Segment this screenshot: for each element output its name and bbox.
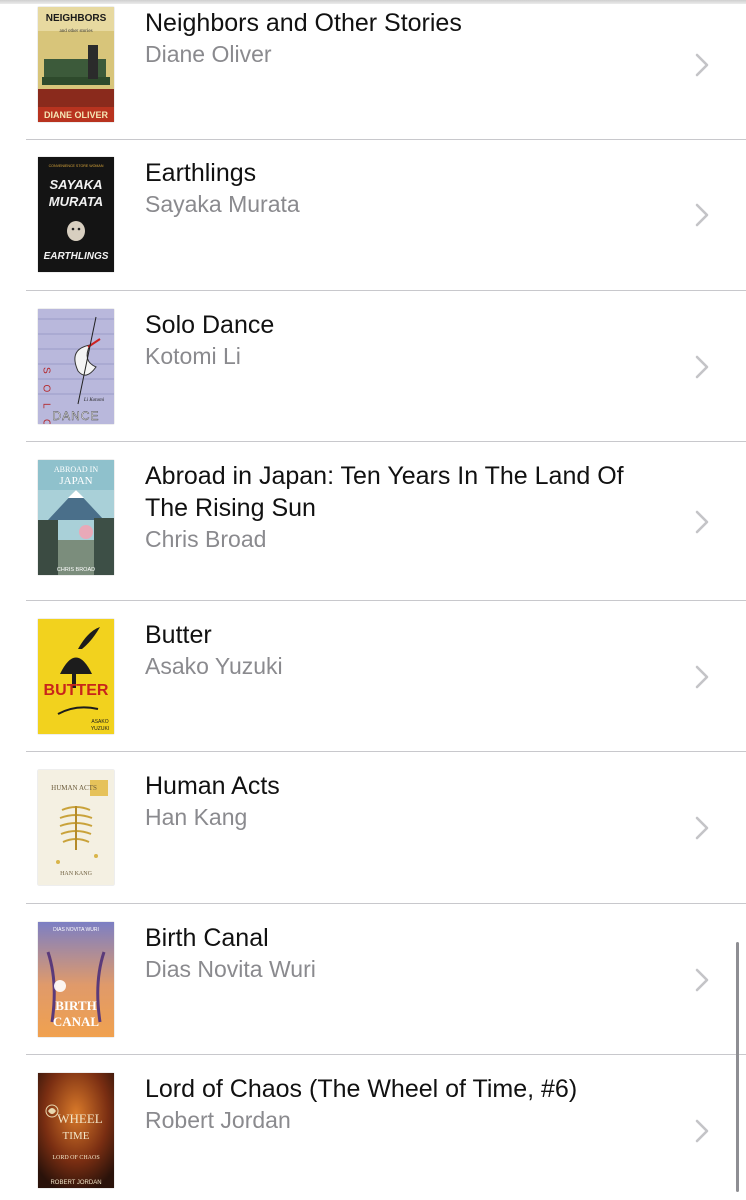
chevron-right-icon <box>692 664 712 690</box>
cover-text: ROBERT JORDAN <box>50 1180 101 1186</box>
book-cover-art: NEIGHBORS and other stories DIANE OLIVER <box>38 7 114 122</box>
cover-text: CONVENIENCE STORE WOMAN <box>49 164 104 168</box>
cover-text: MURATA <box>49 194 103 209</box>
scrollbar[interactable] <box>735 942 740 1192</box>
book-cover: ABROAD IN JAPAN CHRIS BROAD <box>38 460 114 575</box>
book-author: Han Kang <box>145 804 248 830</box>
book-author: Sayaka Murata <box>145 191 300 217</box>
cover-text: CHRIS BROAD <box>57 567 95 573</box>
book-author: Asako Yuzuki <box>145 653 283 679</box>
book-title: Butter <box>145 621 212 649</box>
cover-text: HAN KANG <box>60 871 92 877</box>
cover-text: DANCE <box>52 409 99 423</box>
cover-text: ASAKO <box>91 719 108 725</box>
cover-text: SAYAKA <box>50 177 103 192</box>
book-row[interactable]: ABROAD IN JAPAN CHRIS BROAD Abroad in Ja… <box>0 442 746 601</box>
cover-text: BUTTER <box>44 682 109 699</box>
book-cover-art: WHEEL TIME LORD OF CHAOS ROBERT JORDAN <box>38 1073 114 1188</box>
cover-text: WHEEL <box>57 1111 103 1126</box>
book-row[interactable]: HUMAN ACTS HAN KANG Human Acts Han Kang <box>0 752 746 904</box>
book-title: Neighbors and Other Stories <box>145 9 462 37</box>
book-cover-art: BUTTER ASAKO YUZUKI <box>38 619 114 734</box>
cover-text: ABROAD IN <box>54 465 98 474</box>
scrollbar-thumb[interactable] <box>736 942 739 1192</box>
book-row[interactable]: DIAS NOVITA WURI BIRTH CANAL Birth Canal… <box>0 904 746 1055</box>
book-cover-art: ABROAD IN JAPAN CHRIS BROAD <box>38 460 114 575</box>
chevron-right-icon <box>692 1118 712 1144</box>
cover-text: and other stories <box>59 29 92 34</box>
book-cover: BUTTER ASAKO YUZUKI <box>38 619 114 734</box>
cover-text: DIANE OLIVER <box>44 110 109 120</box>
book-row[interactable]: BUTTER ASAKO YUZUKI Butter Asako Yuzuki <box>0 601 746 752</box>
book-author: Chris Broad <box>145 526 267 552</box>
book-cover: CONVENIENCE STORE WOMAN SAYAKA MURATA EA… <box>38 157 114 272</box>
book-cover-art: CONVENIENCE STORE WOMAN SAYAKA MURATA EA… <box>38 157 114 272</box>
book-title: Lord of Chaos (The Wheel of Time, #6) <box>145 1075 578 1103</box>
book-cover: HUMAN ACTS HAN KANG <box>38 770 114 885</box>
book-title: Abroad in Japan: Ten Years In The Land O… <box>145 462 624 522</box>
book-cover: S O L O DANCE Li Kotomi <box>38 309 114 424</box>
cover-text: Li Kotomi <box>83 398 105 403</box>
chevron-right-icon <box>692 354 712 380</box>
chevron-right-icon <box>692 202 712 228</box>
chevron-right-icon <box>692 509 712 535</box>
cover-text: EARTHLINGS <box>44 251 109 262</box>
cover-text: LORD OF CHAOS <box>52 1155 99 1161</box>
cover-text: DIAS NOVITA WURI <box>53 927 99 933</box>
book-row[interactable]: S O L O DANCE Li Kotomi Solo Dance Kotom… <box>0 291 746 442</box>
cover-text: JAPAN <box>59 475 92 487</box>
book-author: Dias Novita Wuri <box>145 956 316 982</box>
book-cover-art: S O L O DANCE Li Kotomi <box>38 309 114 424</box>
chevron-right-icon <box>692 967 712 993</box>
book-author: Robert Jordan <box>145 1107 291 1133</box>
cover-text: YUZUKI <box>91 726 109 732</box>
book-cover-art: DIAS NOVITA WURI BIRTH CANAL <box>38 922 114 1037</box>
book-cover: DIAS NOVITA WURI BIRTH CANAL <box>38 922 114 1037</box>
book-row[interactable]: WHEEL TIME LORD OF CHAOS ROBERT JORDAN L… <box>0 1055 746 1200</box>
cover-text: HUMAN ACTS <box>51 784 97 792</box>
book-title: Birth Canal <box>145 924 269 952</box>
book-cover: WHEEL TIME LORD OF CHAOS ROBERT JORDAN <box>38 1073 114 1188</box>
chevron-right-icon <box>692 52 712 78</box>
book-title: Earthlings <box>145 159 257 187</box>
cover-text: TIME <box>63 1130 90 1142</box>
book-cover-art: HUMAN ACTS HAN KANG <box>38 770 114 885</box>
book-row[interactable]: NEIGHBORS and other stories DIANE OLIVER… <box>0 0 746 140</box>
book-author: Diane Oliver <box>145 41 272 67</box>
book-cover: NEIGHBORS and other stories DIANE OLIVER <box>38 7 114 122</box>
chevron-right-icon <box>692 815 712 841</box>
cover-text: NEIGHBORS <box>46 13 107 24</box>
cover-text: CANAL <box>53 1014 100 1029</box>
book-author: Kotomi Li <box>145 343 241 369</box>
book-list: NEIGHBORS and other stories DIANE OLIVER… <box>0 0 746 1200</box>
cover-text: S O L O <box>41 367 52 424</box>
cover-text: BIRTH <box>55 998 96 1013</box>
book-title: Solo Dance <box>145 311 275 339</box>
book-title: Human Acts <box>145 772 280 800</box>
book-row[interactable]: CONVENIENCE STORE WOMAN SAYAKA MURATA EA… <box>0 140 746 291</box>
